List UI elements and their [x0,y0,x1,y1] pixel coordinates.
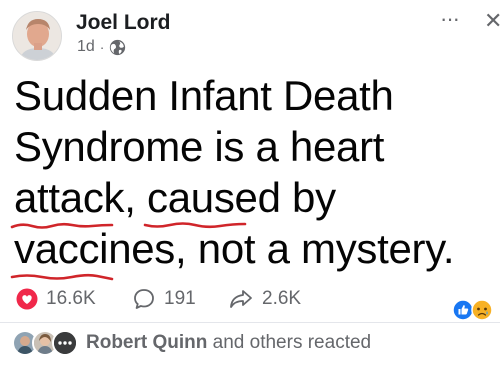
underlined-text: vaccines [14,223,175,274]
post-stats: 16.6K 191 2.6K [16,287,486,313]
post-text: Sudden Infant Death Syndrome is a heart … [14,70,494,274]
reactor-avatars [12,330,80,356]
avatar-image [13,12,61,60]
post-text-segment: Sudden Infant Death [14,72,394,119]
post-meta: 1d · [77,37,126,57]
close-icon: ✕ [484,8,500,33]
reacted-suffix: and others reacted [207,332,372,353]
author-avatar[interactable] [12,11,62,61]
divider [0,322,500,323]
meta-separator: · [99,39,105,55]
like-reaction-icon [452,299,474,321]
reaction-icons [452,299,493,321]
post-line-3: attack , caused by [14,172,494,223]
reactor-name[interactable]: Robert Quinn [86,332,207,353]
share-icon [230,290,252,308]
like-count: 16.6K [46,288,96,309]
comment-count-button[interactable]: 191 [132,287,196,311]
post-text-segment: caused by [147,174,336,221]
like-count-button[interactable]: 16.6K [16,287,96,311]
globe-icon [110,39,126,55]
comment-icon [134,289,154,309]
post-line-2: Syndrome is a heart [14,121,494,172]
close-button[interactable]: ✕ [484,10,500,32]
facebook-post: Joel Lord 1d · ··· ✕ Sudden Infant Death… [0,0,500,365]
post-line-4: vaccines , not a mystery. [14,223,494,274]
post-text-segment: attack [14,174,125,221]
more-horizontal-icon: ··· [440,6,460,31]
author-name[interactable]: Joel Lord [76,10,171,36]
share-count-button[interactable]: 2.6K [228,287,301,311]
post-text-segment: Syndrome is a heart [14,123,385,170]
post-line-1: Sudden Infant Death [14,70,494,121]
more-options-button[interactable]: ··· [440,8,460,30]
underlined-text: caused by [147,172,336,223]
post-text-segment: , [124,174,148,221]
red-underline [12,270,112,282]
reacted-by-row[interactable]: Robert Quinn and others reacted [12,329,371,357]
underlined-text: attack [14,172,125,223]
comment-count: 191 [164,288,196,309]
post-text-segment: not a mystery. [197,225,455,272]
post-time[interactable]: 1d [77,37,95,57]
reacted-by-text: Robert Quinn and others reacted [86,332,371,354]
more-reactors-icon [52,330,78,356]
reaction-summary[interactable] [452,299,496,321]
share-count: 2.6K [262,288,302,309]
heart-icon [16,288,38,310]
sad-reaction-icon [471,299,493,321]
post-text-segment: , [175,225,198,272]
post-text-segment: vaccines [14,225,176,272]
